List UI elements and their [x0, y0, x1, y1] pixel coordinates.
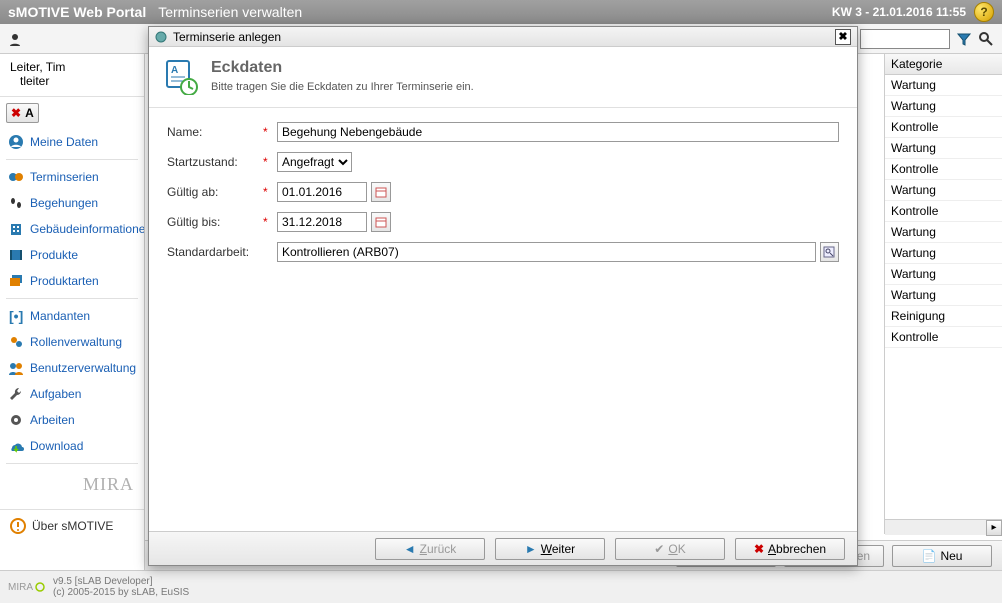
close-icon[interactable]: ✖: [835, 29, 851, 45]
modal-header: A Eckdaten Bitte tragen Sie die Eckdaten…: [149, 47, 857, 108]
gueltig-ab-label: Gültig ab:: [167, 185, 263, 199]
standard-label: Standardarbeit:: [167, 245, 263, 259]
modal-form: Name: * Startzustand: * Angefragt Gültig…: [149, 108, 857, 286]
arrow-right-icon: ►: [525, 542, 537, 556]
modal-title-text: Terminserie anlegen: [173, 30, 281, 44]
wizard-icon: A: [163, 59, 199, 95]
ok-button[interactable]: ✔ OK: [615, 538, 725, 560]
modal-footer: ◄ Zurück ► Weiter ✔ OK ✖ Abbrechen: [149, 531, 857, 565]
cancel-label: Abbrechen: [768, 542, 826, 556]
modal-overlay: Terminserie anlegen ✖ A Eckdaten Bitte t…: [0, 0, 1002, 603]
cancel-icon: ✖: [754, 542, 764, 556]
back-label: Zurück: [420, 542, 457, 556]
ok-label: OK: [668, 542, 685, 556]
required-marker: *: [263, 125, 277, 139]
globe-icon: [155, 31, 167, 43]
start-label: Startzustand:: [167, 155, 263, 169]
name-label: Name:: [167, 125, 263, 139]
gueltig-bis-input[interactable]: [277, 212, 367, 232]
modal-heading: Eckdaten: [211, 59, 474, 77]
cancel-button[interactable]: ✖ Abbrechen: [735, 538, 845, 560]
gueltig-bis-label: Gültig bis:: [167, 215, 263, 229]
start-select[interactable]: Angefragt: [277, 152, 352, 172]
back-button[interactable]: ◄ Zurück: [375, 538, 485, 560]
gueltig-ab-input[interactable]: [277, 182, 367, 202]
modal-titlebar[interactable]: Terminserie anlegen ✖: [149, 27, 857, 47]
calendar-icon[interactable]: [371, 212, 391, 232]
standard-input[interactable]: [277, 242, 816, 262]
lookup-icon[interactable]: [820, 242, 839, 262]
next-button[interactable]: ► Weiter: [495, 538, 605, 560]
calendar-icon[interactable]: [371, 182, 391, 202]
name-input[interactable]: [277, 122, 839, 142]
arrow-left-icon: ◄: [404, 542, 416, 556]
modal-subtitle: Bitte tragen Sie die Eckdaten zu Ihrer T…: [211, 81, 474, 93]
svg-text:A: A: [171, 65, 178, 76]
next-label: Weiter: [541, 542, 575, 556]
modal-dialog: Terminserie anlegen ✖ A Eckdaten Bitte t…: [148, 26, 858, 566]
check-icon: ✔: [654, 542, 664, 556]
